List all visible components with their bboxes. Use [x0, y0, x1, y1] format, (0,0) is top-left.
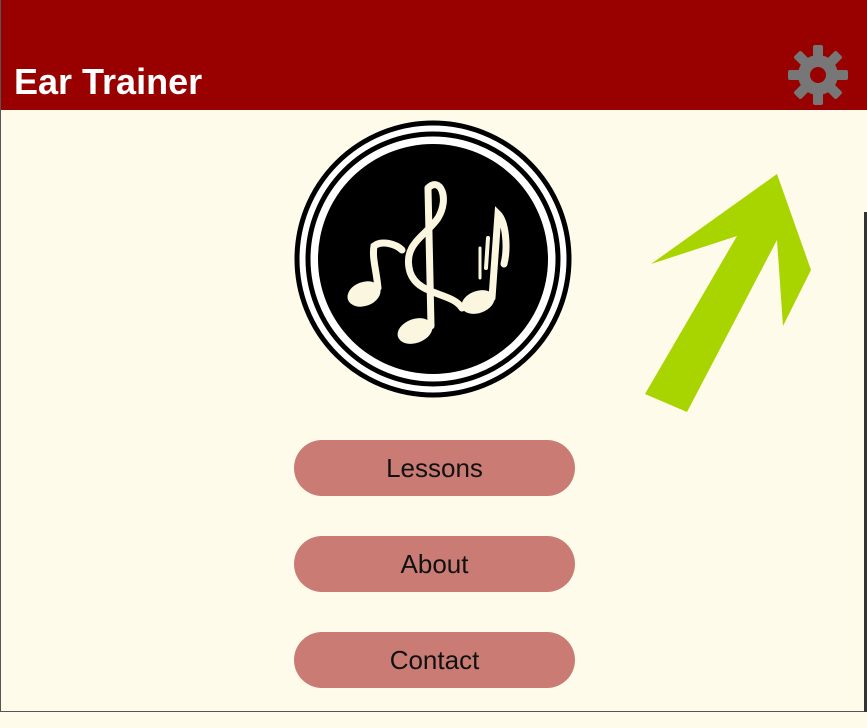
- lessons-button[interactable]: Lessons: [294, 440, 575, 496]
- app-header: Ear Trainer: [1, 0, 867, 110]
- arrow-up-right-icon: [645, 174, 811, 412]
- main-menu: Lessons About Contact: [294, 440, 575, 728]
- about-button[interactable]: About: [294, 536, 575, 592]
- app-title: Ear Trainer: [14, 61, 203, 102]
- contact-button[interactable]: Contact: [294, 632, 575, 688]
- app-window: Ear Trainer Lessons About Contact: [0, 0, 867, 712]
- music-notes-logo: [294, 120, 572, 398]
- gear-icon[interactable]: [787, 44, 849, 106]
